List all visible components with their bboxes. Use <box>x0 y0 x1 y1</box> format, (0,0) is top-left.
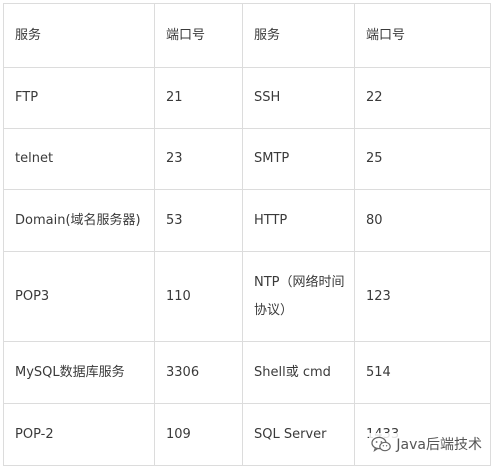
service-cell: telnet <box>3 128 155 190</box>
table-row: Domain(域名服务器) 53 HTTP 80 <box>3 189 491 252</box>
service-cell: POP3 <box>3 251 155 342</box>
port-cell: 80 <box>354 189 491 252</box>
service-cell: Domain(域名服务器) <box>3 189 155 252</box>
table-row: POP3 110 NTP（网络时间协议） 123 <box>3 251 491 342</box>
header-cell-service: 服务 <box>242 3 355 68</box>
port-cell: 53 <box>154 189 243 252</box>
port-cell: 21 <box>154 67 243 129</box>
port-cell: 22 <box>354 67 491 129</box>
port-cell: 110 <box>154 251 243 342</box>
table-row: FTP 21 SSH 22 <box>3 67 491 129</box>
port-cell: 3306 <box>154 341 243 404</box>
service-cell: FTP <box>3 67 155 129</box>
port-cell: 123 <box>354 251 491 342</box>
port-cell: 25 <box>354 128 491 190</box>
service-cell: SMTP <box>242 128 355 190</box>
port-cell: 514 <box>354 341 491 404</box>
header-cell-port: 端口号 <box>354 3 491 68</box>
service-cell: SSH <box>242 67 355 129</box>
service-cell: SQL Server <box>242 403 355 466</box>
port-cell: 109 <box>154 403 243 466</box>
port-table: 服务 端口号 服务 端口号 FTP 21 SSH 22 telnet 23 SM… <box>3 3 491 466</box>
service-cell: NTP（网络时间协议） <box>242 251 355 342</box>
table-header-row: 服务 端口号 服务 端口号 <box>3 3 491 68</box>
wechat-icon <box>371 436 392 453</box>
service-cell: HTTP <box>242 189 355 252</box>
watermark-text: Java后端技术 <box>396 437 482 453</box>
table-row: telnet 23 SMTP 25 <box>3 128 491 190</box>
table-row: MySQL数据库服务 3306 Shell或 cmd 514 <box>3 341 491 404</box>
watermark: Java后端技术 <box>369 433 484 455</box>
service-cell: Shell或 cmd <box>242 341 355 404</box>
service-cell: MySQL数据库服务 <box>3 341 155 404</box>
header-cell-service: 服务 <box>3 3 155 68</box>
header-cell-port: 端口号 <box>154 3 243 68</box>
service-cell: POP-2 <box>3 403 155 466</box>
port-cell: 23 <box>154 128 243 190</box>
